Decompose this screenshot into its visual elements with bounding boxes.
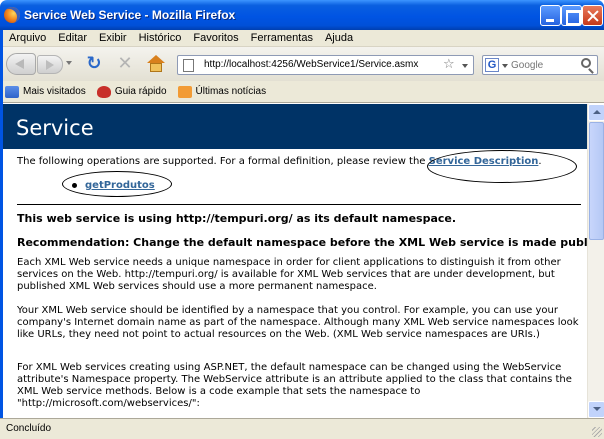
- minimize-icon: [541, 6, 560, 25]
- menu-favoritos[interactable]: Favoritos: [187, 32, 244, 44]
- close-button[interactable]: [582, 5, 603, 26]
- address-bar[interactable]: http://localhost:4256/WebService1/Servic…: [177, 55, 474, 75]
- minimize-button[interactable]: [540, 5, 561, 26]
- address-dropdown-icon[interactable]: [462, 64, 468, 68]
- address-url[interactable]: http://localhost:4256/WebService1/Servic…: [204, 59, 418, 70]
- scroll-thumb[interactable]: [589, 122, 604, 240]
- bookmark-mais-visitados[interactable]: Mais visitados: [5, 85, 86, 98]
- search-input[interactable]: [511, 58, 577, 72]
- menu-ferramentas[interactable]: Ferramentas: [245, 32, 319, 44]
- namespace-heading: This web service is using http://tempuri…: [17, 212, 457, 225]
- search-icon[interactable]: [581, 58, 591, 68]
- navigation-toolbar: ↻ ✕ http://localhost:4256/WebService1/Se…: [0, 47, 604, 81]
- maximize-icon: [562, 6, 581, 25]
- annotation-oval-operation: [62, 171, 172, 197]
- recommendation-heading: Recommendation: Change the default names…: [17, 236, 587, 249]
- forward-button[interactable]: [37, 55, 63, 74]
- divider: [17, 204, 581, 205]
- firefox-icon: [4, 7, 20, 23]
- vertical-scrollbar[interactable]: [587, 104, 604, 418]
- window-title: Service Web Service - Mozilla Firefox: [24, 8, 236, 22]
- paragraph-unique-namespace: Each XML Web service needs a unique name…: [17, 257, 561, 292]
- feed-icon: [177, 85, 192, 98]
- status-text: Concluído: [6, 423, 52, 434]
- resize-grip-icon[interactable]: [592, 427, 602, 437]
- paragraph-aspnet-namespace: For XML Web services creating using ASP.…: [17, 362, 572, 409]
- stop-button[interactable]: ✕: [115, 54, 135, 74]
- status-bar: Concluído: [0, 418, 604, 439]
- scroll-up-button[interactable]: [588, 104, 604, 121]
- search-box[interactable]: G: [482, 55, 598, 75]
- folder-icon: [5, 85, 19, 98]
- page-banner: Service: [3, 104, 587, 149]
- menu-editar[interactable]: Editar: [52, 32, 93, 44]
- maximize-button[interactable]: [561, 5, 582, 26]
- bookmark-star-icon[interactable]: ☆: [443, 57, 455, 72]
- bookmark-label: Últimas notícias: [195, 86, 267, 97]
- home-icon: [147, 55, 165, 63]
- page-icon: [183, 59, 194, 72]
- annotation-oval-service-description: [427, 150, 577, 183]
- bookmark-guia-rapido[interactable]: Guia rápido: [96, 85, 167, 98]
- title-bar[interactable]: Service Web Service - Mozilla Firefox: [0, 0, 604, 30]
- close-icon: [583, 6, 602, 25]
- home-button[interactable]: [146, 54, 166, 74]
- bookmark-label: Guia rápido: [114, 86, 167, 97]
- google-engine-icon[interactable]: G: [485, 58, 499, 72]
- menu-historico[interactable]: Histórico: [133, 32, 188, 44]
- bookmark-label: Mais visitados: [23, 86, 86, 97]
- menu-bar: Arquivo Editar Exibir Histórico Favorito…: [0, 30, 604, 47]
- page-heading: Service: [16, 116, 94, 140]
- bug-icon: [96, 85, 111, 98]
- back-button[interactable]: [6, 53, 36, 75]
- bookmark-ultimas-noticias[interactable]: Últimas notícias: [177, 85, 267, 98]
- paragraph-identify-namespace: Your XML Web service should be identifie…: [17, 305, 579, 340]
- reload-button[interactable]: ↻: [84, 54, 104, 74]
- history-dropdown-icon[interactable]: [66, 61, 72, 65]
- menu-exibir[interactable]: Exibir: [93, 32, 133, 44]
- menu-arquivo[interactable]: Arquivo: [3, 32, 52, 44]
- scroll-down-button[interactable]: [588, 401, 604, 418]
- engine-dropdown-icon[interactable]: [502, 64, 508, 68]
- bookmarks-toolbar: Mais visitados Guia rápido Últimas notíc…: [0, 81, 604, 103]
- menu-ajuda[interactable]: Ajuda: [319, 32, 359, 44]
